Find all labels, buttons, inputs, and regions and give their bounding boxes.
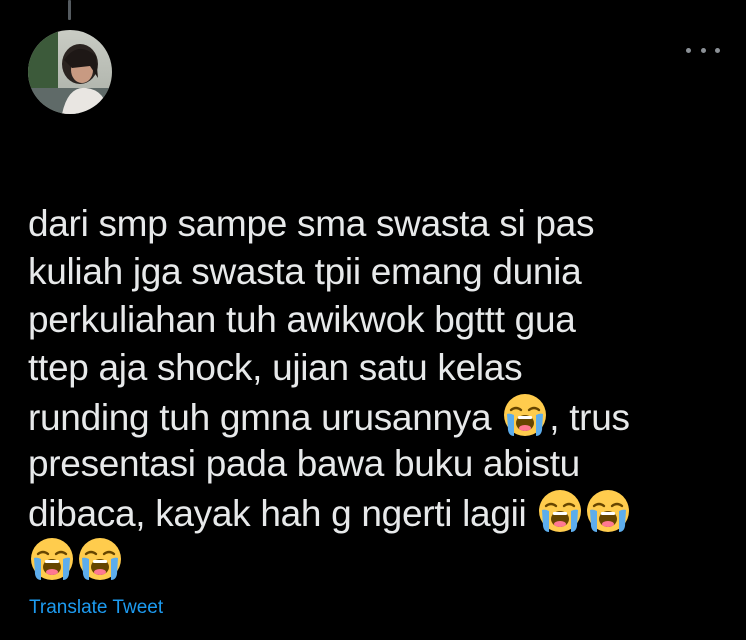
tweet-line-text: runding tuh gmna urusannya — [28, 397, 492, 438]
more-horizontal-icon — [686, 47, 691, 53]
tweet-line: presentasi pada bawa buku abistu — [28, 443, 580, 484]
tweet-line: dari smp sampe sma swasta si pas — [28, 203, 595, 244]
loudly-crying-face-icon — [585, 488, 631, 534]
loudly-crying-face-icon — [29, 536, 75, 582]
tweet-line-text: , trus — [549, 397, 630, 438]
tweet-line: kuliah jga swasta tpii emang dunia — [28, 251, 582, 292]
tweet-line: runding tuh gmna urusannya , trus — [28, 392, 728, 440]
tweet-line: ttep aja shock, ujian satu kelas — [28, 347, 523, 388]
tweet-line: perkuliahan tuh awikwok bgttt gua — [28, 299, 576, 340]
loudly-crying-face-icon — [537, 488, 583, 534]
avatar-image — [28, 30, 112, 114]
tweet-line — [28, 536, 728, 584]
loudly-crying-face-icon — [502, 392, 548, 438]
thread-connector-line — [68, 0, 71, 20]
tweet-text: dari smp sampe sma swasta si pas kuliah … — [28, 200, 728, 584]
translate-tweet-link[interactable]: Translate Tweet — [29, 597, 163, 619]
more-horizontal-icon-dot — [715, 47, 720, 53]
avatar[interactable] — [28, 30, 112, 114]
loudly-crying-face-icon — [77, 536, 123, 582]
tweet-line-text: dibaca, kayak hah g ngerti lagii — [28, 493, 527, 534]
tweet-line: dibaca, kayak hah g ngerti lagii — [28, 488, 728, 536]
more-options-button[interactable] — [686, 38, 720, 62]
more-horizontal-icon-dot — [700, 47, 706, 53]
